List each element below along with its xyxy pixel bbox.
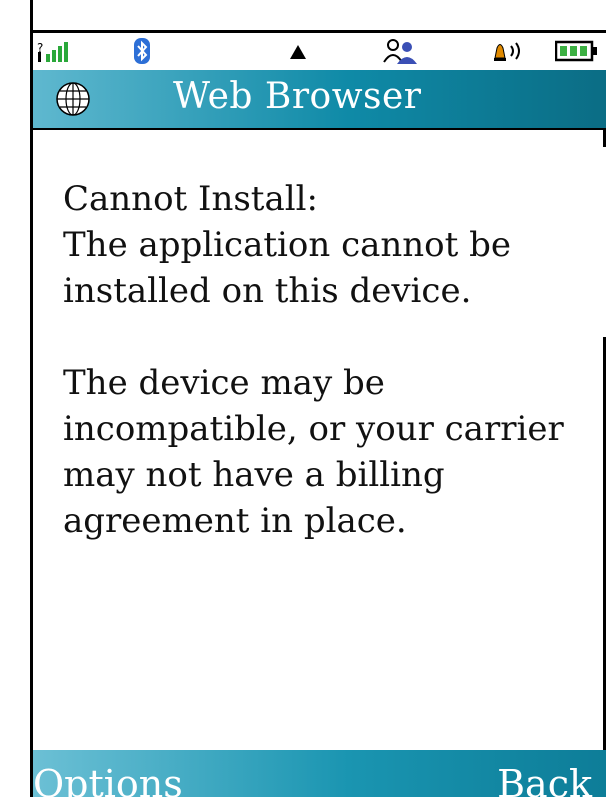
roaming-indicator-icon [288, 39, 308, 63]
softkey-bar: Options Back [33, 750, 606, 797]
message-detail: The device may be incompatible, or your … [63, 363, 564, 541]
ringer-volume-icon [491, 39, 531, 63]
bluetooth-icon [133, 38, 151, 64]
message-line: The application cannot be installed on t… [63, 225, 512, 311]
back-softkey[interactable]: Back [497, 760, 592, 797]
window-title: Web Browser [173, 76, 422, 117]
message-heading: Cannot Install: [63, 179, 318, 219]
contacts-icon [381, 39, 421, 64]
title-bar: Web Browser [33, 70, 606, 128]
status-bar: ? [33, 33, 606, 70]
globe-icon [56, 82, 90, 116]
signal-strength-icon: ? [37, 39, 77, 63]
title-divider [30, 128, 606, 130]
options-softkey[interactable]: Options [33, 760, 183, 797]
message-body: Cannot Install: The application cannot b… [63, 176, 603, 544]
phone-screen: ? Web Browser Cannot Install: The applic… [0, 0, 606, 797]
battery-icon [555, 39, 599, 63]
